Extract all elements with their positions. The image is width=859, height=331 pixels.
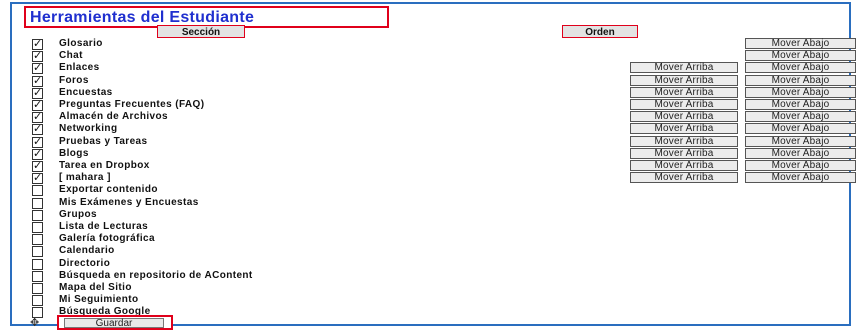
tool-row: [ mahara ] Mover Arriba Mover Abajo	[32, 171, 856, 185]
tool-checkbox[interactable]	[32, 171, 43, 185]
tool-label: Blogs	[59, 147, 89, 159]
tool-checkbox[interactable]	[32, 234, 43, 246]
tool-checkbox[interactable]	[32, 295, 43, 307]
tool-row: Enlaces Mover Arriba Mover Abajo	[32, 61, 856, 75]
section-column-header: Sección	[157, 25, 245, 38]
tool-label: Mi Seguimiento	[59, 294, 139, 306]
tool-label: Mapa del Sitio	[59, 282, 132, 293]
move-down-button[interactable]: Mover Abajo	[745, 160, 856, 171]
drag-handle-icon: ✥	[30, 316, 40, 329]
tool-row: Foros Mover Arriba Mover Abajo	[32, 74, 856, 88]
tool-label: Pruebas y Tareas	[59, 135, 148, 147]
tool-row: Networking Mover Arriba Mover Abajo	[32, 122, 856, 136]
order-column-header: Orden	[562, 25, 638, 38]
move-up-button[interactable]: Mover Arriba	[630, 135, 738, 147]
tool-row: Exportar contenido	[32, 184, 852, 197]
move-down-button[interactable]: Mover Abajo	[745, 86, 856, 98]
move-up-button[interactable]: Mover Arriba	[630, 147, 738, 159]
tool-label: Galería fotográfica	[59, 233, 155, 245]
save-highlight: Guardar	[57, 315, 173, 330]
tool-row: Blogs Mover Arriba Mover Abajo	[32, 147, 856, 161]
tool-checkbox[interactable]	[32, 222, 43, 233]
tool-row: Directorio	[32, 257, 852, 271]
tool-row: Almacén de Archivos Mover Arriba Mover Aba…	[32, 110, 856, 124]
tool-row: Encuestas Mover Arriba Mover Abajo	[32, 86, 856, 100]
tool-label: Chat	[59, 50, 83, 62]
tool-checkbox[interactable]	[32, 258, 43, 270]
move-down-button[interactable]: Mover Abajo	[745, 50, 856, 62]
tool-row: Mi Seguimiento	[32, 294, 852, 307]
tool-label: Preguntas Frecuentes (FAQ)	[59, 99, 205, 110]
move-down-button[interactable]: Mover Abajo	[745, 123, 856, 135]
tool-label: Lista de Lecturas	[59, 221, 149, 232]
tool-label: Grupos	[59, 208, 97, 220]
tool-checkbox[interactable]	[32, 209, 43, 221]
tool-label: Foros	[59, 74, 89, 86]
tool-label: Mis Exámenes y Encuestas	[59, 196, 199, 208]
move-down-button[interactable]: Mover Abajo	[745, 147, 856, 159]
move-down-button[interactable]: Mover Abajo	[745, 62, 856, 74]
tool-row: Preguntas Frecuentes (FAQ) Mover Arriba Mo…	[32, 98, 856, 112]
tool-label: Búsqueda en repositorio de AContent	[59, 269, 253, 281]
tool-label: Enlaces	[59, 62, 100, 74]
tool-label: Glosario	[59, 38, 103, 49]
move-down-button[interactable]: Mover Abajo	[745, 135, 856, 147]
move-up-button[interactable]: Mover Arriba	[630, 160, 738, 171]
move-down-button[interactable]: Mover Abajo	[745, 74, 856, 86]
tool-label: Directorio	[59, 257, 111, 269]
move-up-button[interactable]: Mover Arriba	[630, 123, 738, 135]
tool-label: Encuestas	[59, 86, 113, 98]
tool-checkbox[interactable]	[32, 246, 43, 258]
tool-row: Pruebas y Tareas Mover Arriba Mover Abajo	[32, 135, 856, 149]
move-up-button[interactable]: Mover Arriba	[630, 172, 738, 184]
tool-label: Networking	[59, 123, 118, 135]
tool-row: Calendario	[32, 245, 852, 258]
tool-row: Chat Mover Abajo	[32, 49, 856, 63]
tool-checkbox[interactable]	[32, 283, 43, 294]
tool-row: Tarea en Dropbox Mover Arriba Mover Abajo	[32, 159, 856, 173]
tool-label: Calendario	[59, 245, 115, 257]
move-up-button[interactable]: Mover Arriba	[630, 74, 738, 86]
move-down-button[interactable]: Mover Abajo	[745, 99, 856, 110]
tool-row: Mapa del Sitio	[32, 282, 852, 295]
tool-label: Almacén de Archivos	[59, 111, 168, 123]
tool-checkbox[interactable]	[32, 270, 43, 282]
tool-checkbox[interactable]	[32, 185, 43, 197]
tool-row: Mis Exámenes y Encuestas	[32, 196, 852, 210]
tool-row: Grupos	[32, 208, 852, 222]
move-down-button[interactable]: Mover Abajo	[745, 38, 856, 49]
tool-checkbox[interactable]	[32, 197, 43, 209]
tool-label: [ mahara ]	[59, 172, 111, 184]
move-up-button[interactable]: Mover Arriba	[630, 111, 738, 123]
tool-label: Tarea en Dropbox	[59, 160, 150, 171]
tool-row: Glosario Mover Abajo	[32, 37, 856, 51]
move-up-button[interactable]: Mover Arriba	[630, 86, 738, 98]
move-down-button[interactable]: Mover Abajo	[745, 111, 856, 123]
move-up-button[interactable]: Mover Arriba	[630, 62, 738, 74]
move-up-button[interactable]: Mover Arriba	[630, 99, 738, 110]
tool-label: Exportar contenido	[59, 184, 158, 196]
tool-row: Búsqueda en repositorio de AContent	[32, 269, 852, 283]
tool-row: Galería fotográfica	[32, 233, 852, 246]
tool-row: Lista de Lecturas	[32, 221, 852, 234]
move-down-button[interactable]: Mover Abajo	[745, 172, 856, 184]
save-button[interactable]: Guardar	[64, 318, 164, 329]
